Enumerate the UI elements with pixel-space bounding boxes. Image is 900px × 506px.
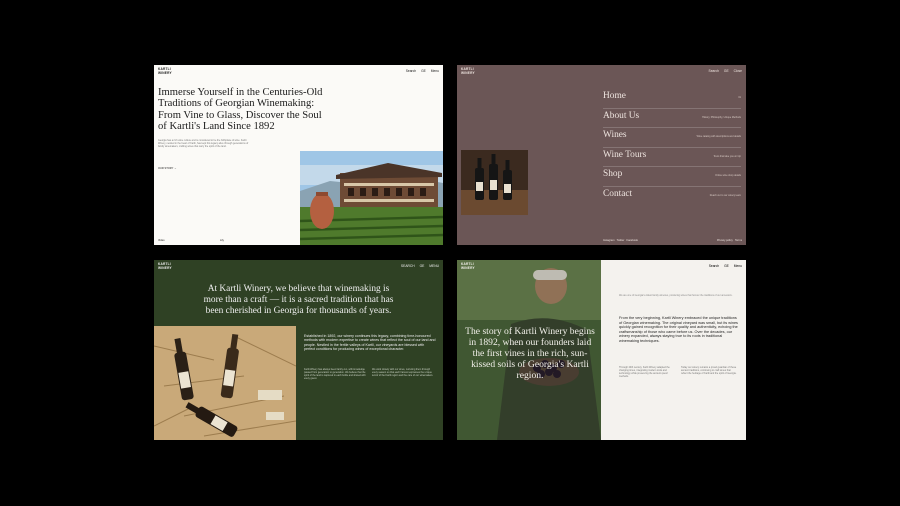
brand-logo[interactable]: KARTLI WINERY xyxy=(158,262,172,270)
menu-label: Shop xyxy=(603,169,623,179)
home-hero-screen: KARTLI WINERY Search GE Menu Immerse You… xyxy=(154,65,443,245)
our-story-label: OUR STORY xyxy=(158,167,174,170)
menu-desc: Wine catalog with descriptions and detai… xyxy=(696,135,741,138)
philosophy-screen: KARTLI WINERY SEARCH GE MENU At Kartli W… xyxy=(154,260,443,440)
menu-item-wines[interactable]: Wines Wine catalog with descriptions and … xyxy=(603,128,741,148)
history-text-panel: We are one of Georgia's oldest family wi… xyxy=(601,260,746,440)
menu-item-about[interactable]: About Us History, Philosophy, Unique Meth… xyxy=(603,109,741,128)
history-intro: We are one of Georgia's oldest family wi… xyxy=(619,294,733,297)
menu-item-home[interactable]: Home 01 xyxy=(603,89,741,109)
legal-links: Privacy policy Terms xyxy=(717,239,742,242)
terms-link[interactable]: Terms xyxy=(735,239,742,242)
brand-logo[interactable]: KARTLI WINERY xyxy=(461,67,475,75)
logo-line-2: WINERY xyxy=(461,70,475,75)
main-menu: Home 01 About Us History, Philosophy, Uniq… xyxy=(603,89,741,205)
logo-line-2: WINERY xyxy=(158,70,172,75)
philosophy-small-right: We work closely with our vines, nurturin… xyxy=(372,368,434,377)
wine-bottles-photo xyxy=(461,150,528,215)
philosophy-paragraph: Established in 1892, our winery continue… xyxy=(304,334,436,352)
menu-label: Home xyxy=(603,91,626,101)
hero-headline: Immerse Yourself in the Centuries-Old Tr… xyxy=(158,87,323,133)
menu-desc: Reach out to our winery team xyxy=(709,193,741,197)
top-nav: SEARCH GE MENU xyxy=(397,264,439,268)
nav-close[interactable]: Close xyxy=(734,69,742,73)
nav-language[interactable]: GE xyxy=(724,69,729,73)
philosophy-small-left: Kartli Winery has always been family-run… xyxy=(304,368,366,380)
logo-line-2: WINERY xyxy=(158,265,172,270)
brand-logo[interactable]: KARTLI WINERY xyxy=(461,262,475,270)
social-links: Instagram Twitter Facebook xyxy=(603,239,638,242)
history-story-headline: The story of Kartli Winery begins in 189… xyxy=(465,326,595,381)
top-nav: Search GE Menu xyxy=(402,69,439,73)
brand-logo[interactable]: KARTLI WINERY xyxy=(158,67,172,75)
nav-menu[interactable]: MENU xyxy=(429,264,439,268)
our-story-link[interactable]: OUR STORY → xyxy=(158,167,177,170)
top-nav: Search GE Close xyxy=(705,69,743,73)
nav-language[interactable]: GE xyxy=(420,264,425,268)
nav-menu[interactable]: Menu xyxy=(431,69,439,73)
privacy-link[interactable]: Privacy policy xyxy=(717,239,733,242)
top-nav: Search GE Menu xyxy=(705,264,742,268)
bottles-in-straw-photo xyxy=(154,326,296,440)
arrow-right-icon: → xyxy=(174,167,177,170)
history-screen: KARTLI WINERY The story of Kartli Winery… xyxy=(457,260,746,440)
history-paragraph: From the very beginning, Kartli Winery e… xyxy=(619,316,738,343)
menu-label: Wine Tours xyxy=(603,149,647,160)
nav-search[interactable]: Search xyxy=(709,69,719,73)
footer-video-link[interactable]: Video xyxy=(158,239,165,242)
menu-item-shop[interactable]: Shop Online wine shop details xyxy=(603,167,741,187)
instagram-link[interactable]: Instagram xyxy=(603,239,615,242)
footer-label: Lily xyxy=(220,239,224,242)
nav-search[interactable]: Search xyxy=(709,264,719,268)
nav-menu[interactable]: Menu xyxy=(734,264,742,268)
history-column-2: Today our winery remains a proud guardia… xyxy=(681,366,737,375)
nav-language[interactable]: GE xyxy=(421,69,426,73)
logo-line-2: WINERY xyxy=(461,265,475,270)
nav-search[interactable]: Search xyxy=(406,69,416,73)
hero-intro: Georgia has a rich wine culture and is c… xyxy=(158,139,249,148)
menu-label: About Us xyxy=(603,110,640,121)
menu-desc: 01 xyxy=(738,96,741,99)
history-column-1: Through 20th century, Kartli Winery adap… xyxy=(619,366,670,378)
facebook-link[interactable]: Facebook xyxy=(626,239,637,242)
menu-overlay-screen: KARTLI WINERY Search GE Close Home 01 Abo… xyxy=(457,65,746,245)
twitter-link[interactable]: Twitter xyxy=(617,239,625,242)
winery-photo xyxy=(300,151,443,245)
menu-label: Contact xyxy=(603,188,633,199)
menu-desc: Online wine shop details xyxy=(715,174,741,177)
menu-desc: History, Philosophy, Unique Methods xyxy=(702,115,741,119)
philosophy-headline: At Kartli Winery, we believe that winema… xyxy=(203,284,394,316)
menu-desc: Tours that take you on trip xyxy=(713,154,741,158)
nav-search[interactable]: SEARCH xyxy=(401,264,415,268)
nav-language[interactable]: GE xyxy=(724,264,729,268)
menu-item-contact[interactable]: Contact Reach out to our winery team xyxy=(603,187,741,206)
menu-item-wine-tours[interactable]: Wine Tours Tours that take you on trip xyxy=(603,148,741,167)
menu-label: Wines xyxy=(603,130,627,140)
